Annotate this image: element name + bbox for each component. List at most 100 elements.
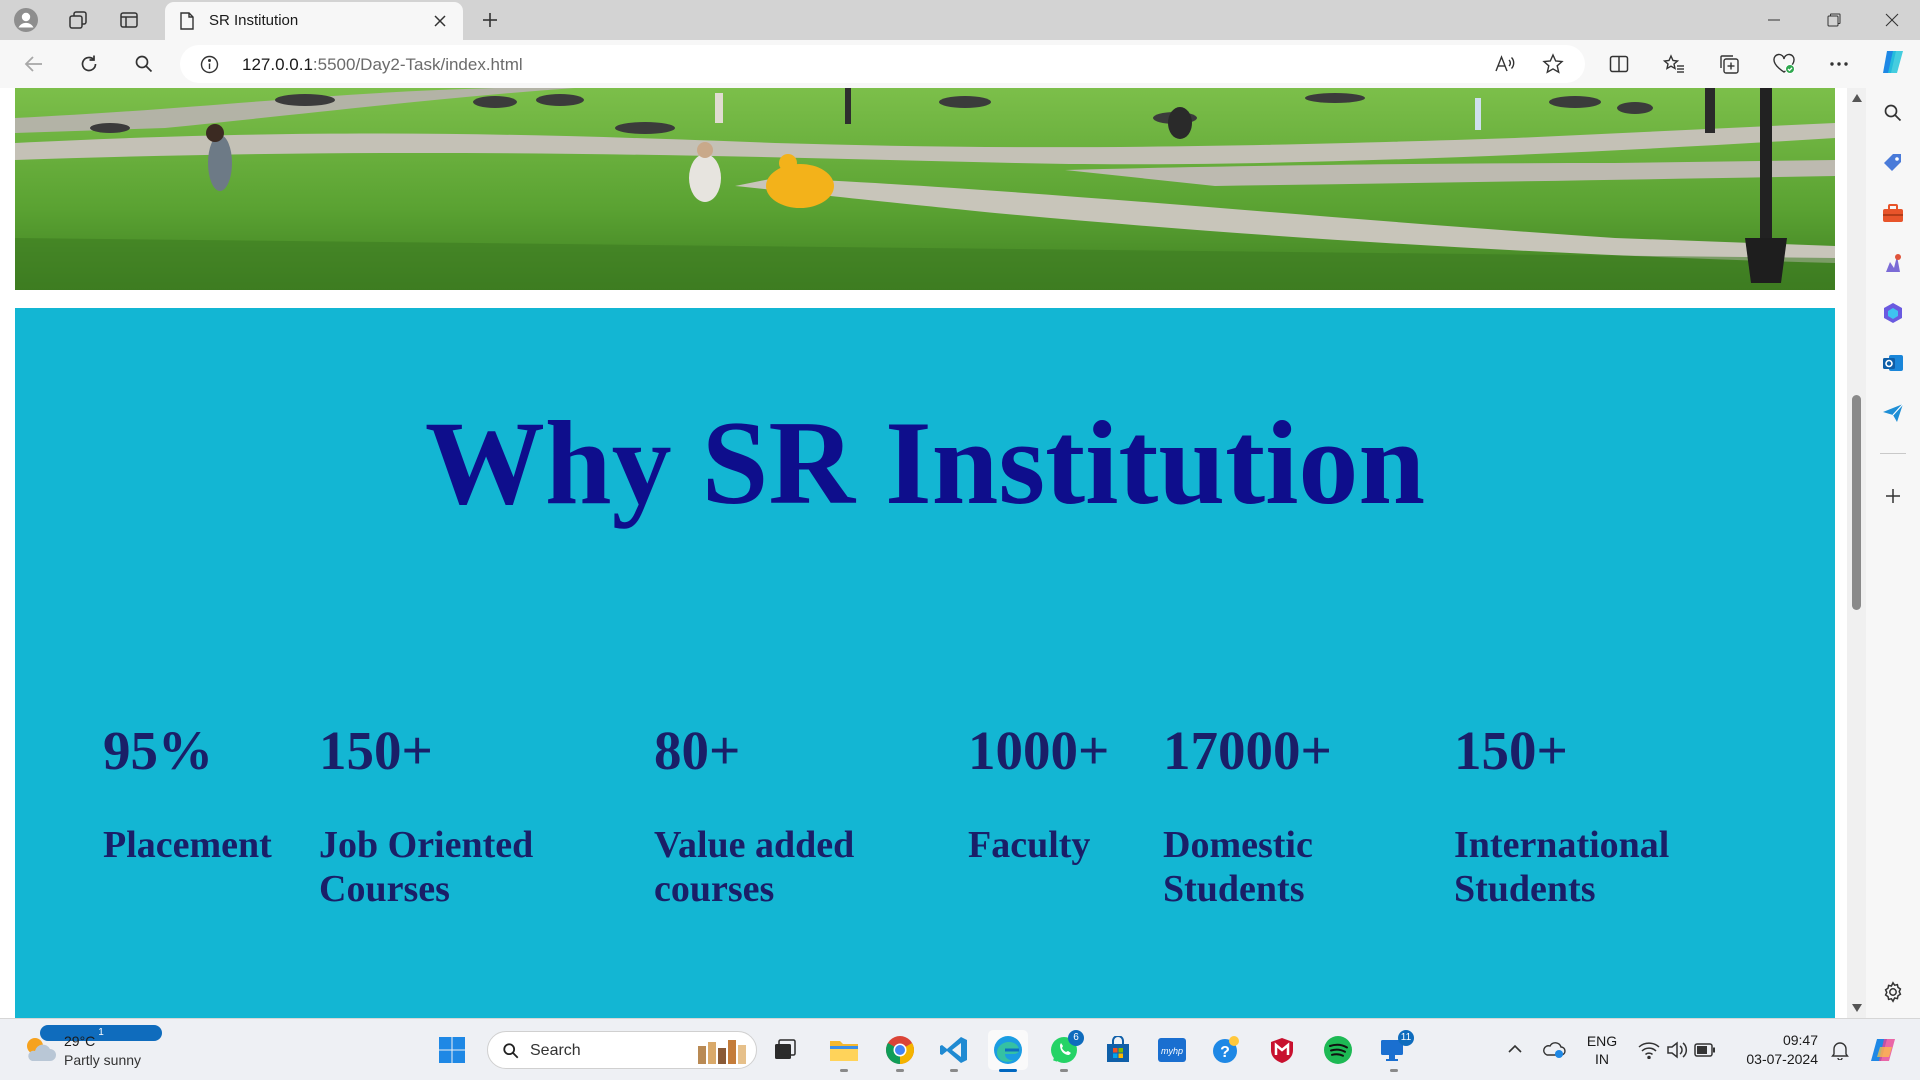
scrollbar-thumb[interactable] (1852, 395, 1861, 610)
remote-badge: 11 (1398, 1030, 1414, 1046)
search-icon (503, 1043, 519, 1059)
outlook-icon[interactable] (1877, 347, 1909, 379)
favorites-icon[interactable] (1657, 48, 1691, 80)
windows-start-icon[interactable] (432, 1030, 472, 1070)
split-screen-icon[interactable] (1602, 48, 1636, 80)
onedrive-tray-icon[interactable] (1538, 1019, 1568, 1080)
section-title: Why SR Institution (424, 396, 1426, 529)
whatsapp-badge: 6 (1068, 1030, 1084, 1046)
volume-icon (1667, 1041, 1688, 1059)
running-indicator (950, 1069, 958, 1072)
search-placeholder: Search (530, 1042, 581, 1059)
stat-domestic-students: 17000+ Domestic Students (1163, 723, 1363, 911)
clock-date: 03-07-2024 (1746, 1051, 1818, 1067)
region-code: IN (1595, 1051, 1609, 1067)
copilot-icon[interactable] (1877, 46, 1909, 78)
running-indicator (840, 1069, 848, 1072)
microsoft-store-icon[interactable] (1098, 1030, 1138, 1070)
settings-gear-icon[interactable] (1877, 976, 1909, 1008)
tab-sr-institution[interactable]: SR Institution (165, 2, 463, 40)
page-viewport: Why SR Institution 95% Placement 150+ Jo… (0, 88, 1866, 1018)
stat-label: Domestic Students (1163, 824, 1313, 910)
spotify-icon[interactable] (1318, 1030, 1358, 1070)
stat-value: 1000+ (968, 720, 1110, 781)
search-highlight-icon (698, 1040, 746, 1064)
close-window-icon[interactable] (1864, 0, 1920, 40)
more-options-icon[interactable] (1822, 48, 1856, 80)
workspaces-icon[interactable] (62, 4, 94, 36)
send-icon[interactable] (1877, 397, 1909, 429)
page-scrollbar[interactable] (1847, 88, 1866, 1018)
stat-faculty: 1000+ Faculty (968, 723, 1109, 867)
microsoft-365-icon[interactable] (1877, 297, 1909, 329)
get-help-icon[interactable]: ? (1206, 1030, 1246, 1070)
mcafee-icon[interactable] (1262, 1030, 1302, 1070)
add-icon[interactable] (1877, 480, 1909, 512)
collections-icon[interactable] (1712, 48, 1746, 80)
tab-actions-icon[interactable] (113, 4, 145, 36)
tools-icon[interactable] (1877, 197, 1909, 229)
stat-value: 95% (103, 720, 213, 781)
read-aloud-icon[interactable] (1490, 50, 1520, 78)
network-volume-battery[interactable] (1636, 1019, 1716, 1080)
back-icon[interactable] (17, 48, 51, 80)
stat-value-added-courses: 80+ Value added courses (654, 723, 884, 911)
address-bar[interactable]: 127.0.0.1:5500/Day2-Task/index.html (180, 45, 1585, 83)
new-tab-icon[interactable] (474, 4, 506, 36)
notification-bell-icon[interactable] (1826, 1019, 1856, 1080)
why-section: Why SR Institution 95% Placement 150+ Jo… (15, 308, 1835, 1018)
vscode-icon[interactable] (934, 1030, 974, 1072)
sidebar-divider (1880, 453, 1906, 454)
taskbar-search[interactable]: Search (487, 1031, 757, 1069)
myhp-icon[interactable]: myhp (1152, 1030, 1192, 1070)
battery-icon (1694, 1043, 1715, 1057)
clock[interactable]: 09:47 03-07-2024 (1732, 1019, 1818, 1080)
file-explorer-icon[interactable] (824, 1030, 864, 1072)
chevron-up-icon (1508, 1044, 1522, 1053)
search-icon[interactable] (127, 48, 161, 80)
chrome-icon[interactable] (880, 1030, 920, 1072)
svg-text:myhp: myhp (1161, 1046, 1183, 1056)
stat-value: 80+ (654, 720, 741, 781)
stat-label: Faculty (968, 824, 1091, 866)
browser-toolbar: 127.0.0.1:5500/Day2-Task/index.html (0, 40, 1920, 88)
stat-value: 17000+ (1163, 720, 1332, 781)
stat-label: International Students (1454, 824, 1670, 910)
whatsapp-icon[interactable]: 6 (1044, 1030, 1084, 1072)
language-indicator[interactable]: ENG IN (1580, 1019, 1624, 1080)
clock-time: 09:47 (1782, 1032, 1818, 1048)
stat-international-students: 150+ International Students (1454, 723, 1694, 911)
edge-sidebar (1866, 40, 1920, 1018)
search-icon[interactable] (1877, 97, 1909, 129)
stat-label: Placement (103, 824, 272, 866)
stat-job-oriented-courses: 150+ Job Oriented Courses (319, 723, 559, 911)
stat-label: Value added courses (654, 824, 855, 910)
favorite-star-icon[interactable] (1538, 50, 1568, 78)
tab-title: SR Institution (209, 12, 299, 29)
url-text[interactable]: 127.0.0.1:5500/Day2-Task/index.html (242, 55, 523, 75)
weather-widget[interactable]: 1 29°C Partly sunny (22, 1025, 162, 1071)
games-icon[interactable] (1877, 247, 1909, 279)
svg-text:?: ? (1220, 1044, 1230, 1061)
show-hidden-icons[interactable] (1500, 1019, 1530, 1080)
scroll-up-icon[interactable] (1852, 94, 1862, 102)
refresh-icon[interactable] (72, 48, 106, 80)
task-view-icon[interactable] (765, 1030, 805, 1070)
restore-icon[interactable] (1806, 0, 1862, 40)
scroll-down-icon[interactable] (1852, 1004, 1862, 1012)
close-tab-icon[interactable] (429, 10, 451, 32)
edge-icon[interactable] (988, 1030, 1028, 1072)
remote-desktop-icon[interactable]: 11 (1374, 1030, 1414, 1072)
profile-icon[interactable] (10, 4, 42, 36)
copilot-taskbar-icon[interactable] (1864, 1019, 1904, 1080)
minimize-icon[interactable] (1746, 0, 1802, 40)
browser-essentials-icon[interactable] (1767, 48, 1801, 80)
url-host: 127.0.0.1 (242, 55, 313, 74)
shopping-tag-icon[interactable] (1877, 147, 1909, 179)
wifi-icon (1638, 1042, 1660, 1059)
campus-hero-image (15, 88, 1835, 290)
running-indicator (1060, 1069, 1068, 1072)
stat-placement: 95% Placement (103, 723, 272, 867)
site-info-icon[interactable] (200, 55, 219, 74)
stat-value: 150+ (1454, 720, 1568, 781)
